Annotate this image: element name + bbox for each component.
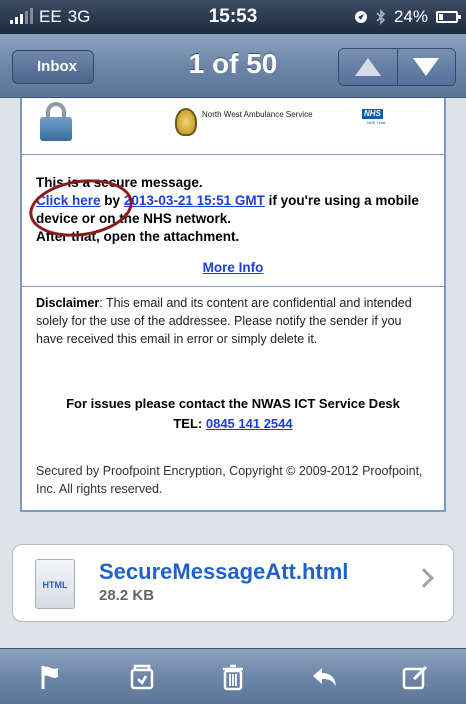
attachment-file-size: 28.2 KB — [99, 587, 155, 604]
navigation-bar: Inbox 1 of 50 — [0, 34, 466, 98]
compose-icon — [402, 665, 427, 689]
more-info-row: More Info — [22, 260, 444, 275]
nhs-logo: NHS — [362, 109, 383, 119]
battery-percent: 24% — [393, 7, 428, 26]
attachment-row[interactable]: HTML SecureMessageAtt.html 28.2 KB — [12, 544, 454, 622]
nhs-trust-label: NHS Trust — [367, 120, 386, 125]
inbox-back-label: Inbox — [37, 58, 77, 75]
header-divider — [22, 154, 444, 155]
delete-button[interactable] — [203, 655, 263, 699]
disclaimer: Disclaimer: This email and its content a… — [36, 294, 432, 348]
message-content: North West Ambulance Service NHS NHS Tru… — [20, 98, 446, 512]
status-bar: EE 3G 15:53 24% — [0, 0, 466, 34]
bottom-toolbar — [0, 648, 466, 704]
next-message-button[interactable] — [396, 49, 455, 85]
padlock-icon — [40, 102, 72, 142]
inbox-back-button[interactable]: Inbox — [12, 50, 94, 84]
move-button[interactable] — [112, 655, 172, 699]
service-desk-contact: For issues please contact the NWAS ICT S… — [22, 394, 444, 434]
deadline-link[interactable]: 2013-03-21 15:51 GMT — [124, 193, 265, 208]
nwas-crest-logo — [175, 108, 197, 136]
location-icon — [354, 11, 367, 23]
tel-label: TEL: — [173, 416, 206, 431]
trash-icon — [222, 664, 243, 690]
html-file-icon: HTML — [35, 559, 75, 609]
chevron-right-icon — [414, 568, 434, 588]
disclaimer-label: Disclaimer — [36, 296, 100, 310]
bluetooth-icon — [376, 9, 386, 25]
issues-line: For issues please contact the NWAS ICT S… — [66, 396, 400, 411]
copyright-notice: Secured by Proofpoint Encryption, Copyri… — [36, 464, 423, 496]
reply-button[interactable] — [294, 655, 354, 699]
move-folder-icon — [130, 664, 154, 689]
flag-icon — [41, 665, 59, 689]
body-divider — [22, 286, 444, 287]
organisation-name: North West Ambulance Service — [202, 110, 313, 119]
phone-number-link[interactable]: 0845 141 2544 — [206, 416, 293, 431]
battery-icon — [436, 11, 461, 23]
arrow-down-icon — [413, 58, 440, 76]
flag-button[interactable] — [21, 655, 81, 699]
compose-button[interactable] — [385, 655, 445, 699]
message-navigation — [338, 48, 456, 86]
message-header: North West Ambulance Service NHS NHS Tru… — [22, 98, 444, 150]
previous-message-button[interactable] — [339, 49, 397, 85]
status-icons: 24% — [354, 7, 461, 27]
reply-icon — [312, 667, 336, 686]
attachment-file-name: SecureMessageAtt.html — [99, 559, 349, 584]
more-info-link[interactable]: More Info — [203, 260, 264, 275]
arrow-up-icon — [354, 58, 381, 76]
